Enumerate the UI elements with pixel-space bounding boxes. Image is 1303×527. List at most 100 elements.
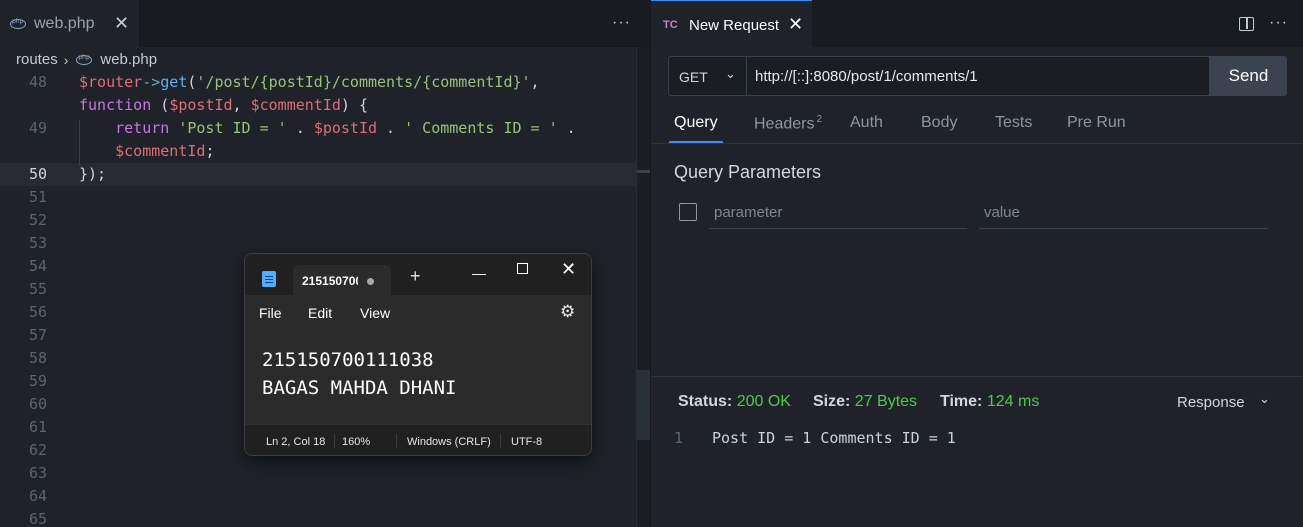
method-select[interactable]: GET ⌄ <box>668 56 747 96</box>
code-token: $postId <box>169 96 233 114</box>
close-window-icon[interactable]: ✕ <box>561 259 576 280</box>
unsaved-dot-icon[interactable] <box>367 278 374 285</box>
tab-tests[interactable]: Tests <box>995 114 1032 132</box>
notepad-menu-bar: File Edit View ⚙ <box>245 295 591 329</box>
tab-query[interactable]: Query <box>674 114 718 132</box>
notepad-title-bar[interactable]: 215150700111038 + — ✕ <box>245 254 591 296</box>
code-text: $router->get('/post/{postId}/comments/{c… <box>79 73 540 91</box>
maximize-icon[interactable] <box>517 263 528 274</box>
close-tab-icon[interactable]: ✕ <box>114 13 129 34</box>
code-token: , <box>232 96 251 114</box>
line-number: 50 <box>28 165 47 183</box>
code-token: 'Post ID = ' <box>178 119 287 137</box>
tab-auth[interactable]: Auth <box>850 114 883 132</box>
line-number: 49 <box>28 119 47 137</box>
code-text: return 'Post ID = ' . $postId . ' Commen… <box>79 119 576 137</box>
response-line-number: 1 <box>674 429 684 447</box>
active-tab-indicator <box>669 141 723 143</box>
zoom-level: 160% <box>342 436 371 448</box>
parameter-input[interactable] <box>709 197 967 229</box>
code-text: }); <box>79 165 106 183</box>
breadcrumb-folder[interactable]: routes <box>16 51 58 68</box>
code-token: $postId <box>313 119 378 137</box>
code-token: }); <box>79 165 107 183</box>
size-label: Size: <box>813 393 851 410</box>
close-tab-icon[interactable]: ✕ <box>788 14 803 35</box>
status-label: Status: <box>678 393 733 410</box>
editor-tab-label: web.php <box>34 14 95 32</box>
method-label: GET <box>679 69 708 85</box>
thunder-client-icon: TC <box>663 19 678 31</box>
menu-file[interactable]: File <box>259 305 282 321</box>
breadcrumb: routes › web.php <box>16 51 157 68</box>
line-number: 62 <box>28 441 47 459</box>
chevron-down-icon[interactable]: ⌄ <box>1259 391 1270 407</box>
time-label: Time: <box>940 393 983 410</box>
code-token: return <box>115 119 170 137</box>
url-input[interactable] <box>746 56 1210 96</box>
minimize-icon[interactable]: — <box>472 265 486 281</box>
code-token: $commentId <box>250 96 341 114</box>
editor-scrollbar[interactable] <box>636 47 650 527</box>
response-status-bar: Status: 200 OK Size: 27 Bytes Time: 124 … <box>651 377 1303 425</box>
tab-pre-run[interactable]: Pre Run <box>1067 114 1126 132</box>
tab-label: New Request <box>689 17 780 34</box>
line-number: 58 <box>28 349 47 367</box>
scrollbar-thumb[interactable] <box>637 370 650 440</box>
line-number: 59 <box>28 372 47 390</box>
response-body-text: Post ID = 1 Comments ID = 1 <box>712 429 956 447</box>
value-input[interactable] <box>979 197 1268 229</box>
code-line: 49 return 'Post ID = ' . $postId . ' Com… <box>0 117 636 140</box>
line-number: 56 <box>28 303 47 321</box>
code-token: ) { <box>340 96 368 114</box>
line-number: 48 <box>28 73 47 91</box>
code-token: . <box>557 119 576 137</box>
tab-body[interactable]: Body <box>921 114 957 132</box>
response-view-select[interactable]: Response <box>1177 394 1245 411</box>
settings-gear-icon[interactable]: ⚙ <box>560 302 575 322</box>
param-checkbox[interactable] <box>679 203 697 221</box>
line-number: 52 <box>28 211 47 229</box>
notepad-tab-label: 215150700111038 <box>302 274 358 288</box>
status-info: Status: 200 OK <box>678 393 791 411</box>
editor-tab-web-php[interactable]: web.php ✕ <box>0 0 140 47</box>
code-line: 50}); <box>0 163 636 186</box>
notepad-tab[interactable]: 215150700111038 <box>293 265 391 296</box>
more-actions-icon[interactable]: ··· <box>612 14 631 32</box>
new-tab-icon[interactable]: + <box>410 267 421 285</box>
code-line: 52 <box>0 209 636 232</box>
menu-view[interactable]: View <box>360 305 390 321</box>
send-button[interactable]: Send <box>1210 56 1287 96</box>
tab-new-request[interactable]: TC New Request ✕ <box>651 0 812 47</box>
chevron-down-icon: ⌄ <box>725 66 736 81</box>
code-token: function <box>79 96 152 114</box>
menu-edit[interactable]: Edit <box>308 305 332 321</box>
code-token: ' Comments ID = ' <box>404 119 558 137</box>
code-line: 48 $router->get('/post/{postId}/comments/… <box>0 71 636 94</box>
query-parameters-title: Query Parameters <box>674 162 822 182</box>
breadcrumb-file[interactable]: web.php <box>100 51 157 68</box>
line-number: 65 <box>28 510 47 527</box>
notepad-window[interactable]: 215150700111038 + — ✕ File Edit View ⚙ 2… <box>244 253 592 456</box>
indent-guide <box>79 120 80 166</box>
code-line: 63 <box>0 462 636 485</box>
code-text: function ($postId, $commentId) { <box>79 96 368 114</box>
status-divider <box>500 434 501 448</box>
code-token: get <box>160 73 188 91</box>
time-value: 124 ms <box>986 393 1040 410</box>
notepad-status-bar: Ln 2, Col 18 160% Windows (CRLF) UTF-8 <box>245 424 591 455</box>
cursor-position: Ln 2, Col 18 <box>266 436 326 448</box>
notepad-text-area[interactable]: 215150700111038 BAGAS MAHDA DHANI <box>245 329 591 424</box>
tc-tab-bar: TC New Request ✕ ··· <box>651 0 1303 47</box>
screen: web.php ✕ ··· routes › web.php 48 $router… <box>0 0 1303 527</box>
split-editor-icon[interactable] <box>1239 17 1254 31</box>
tab-headers-label: Headers <box>754 115 815 133</box>
line-number: 64 <box>28 487 47 505</box>
php-file-icon <box>10 18 26 29</box>
code-line: 65 <box>0 508 636 527</box>
more-actions-icon[interactable]: ··· <box>1269 14 1288 32</box>
line-number: 53 <box>28 234 47 252</box>
tab-headers[interactable]: Headers 2 <box>754 114 822 133</box>
code-token: ( <box>151 96 170 114</box>
